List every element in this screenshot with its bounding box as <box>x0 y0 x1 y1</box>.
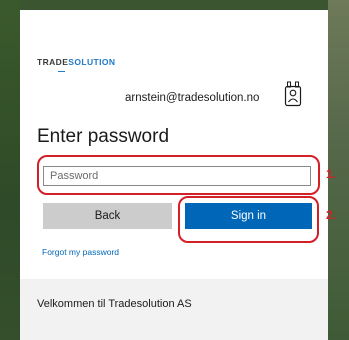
welcome-message: Velkommen til Tradesolution AS <box>37 298 192 310</box>
password-input[interactable] <box>43 166 311 186</box>
forgot-password-link[interactable]: Forgot my password <box>42 247 119 257</box>
background-top <box>20 0 328 10</box>
step-2-label: 2. <box>326 208 337 222</box>
back-button[interactable]: Back <box>43 203 172 229</box>
page-title: Enter password <box>37 126 170 147</box>
account-email: arnstein@tradesolution.no <box>125 92 260 104</box>
company-logo: TRADESOLUTION <box>37 57 115 69</box>
logo-text-solution: SOLUTION <box>68 57 116 67</box>
logo-text-trade: TRADE <box>37 57 69 67</box>
badge-icon <box>284 81 302 107</box>
background-left <box>0 0 20 340</box>
step-1-label: 1. <box>326 167 337 181</box>
signin-button[interactable]: Sign in <box>185 203 312 229</box>
logo-underline <box>58 71 65 72</box>
